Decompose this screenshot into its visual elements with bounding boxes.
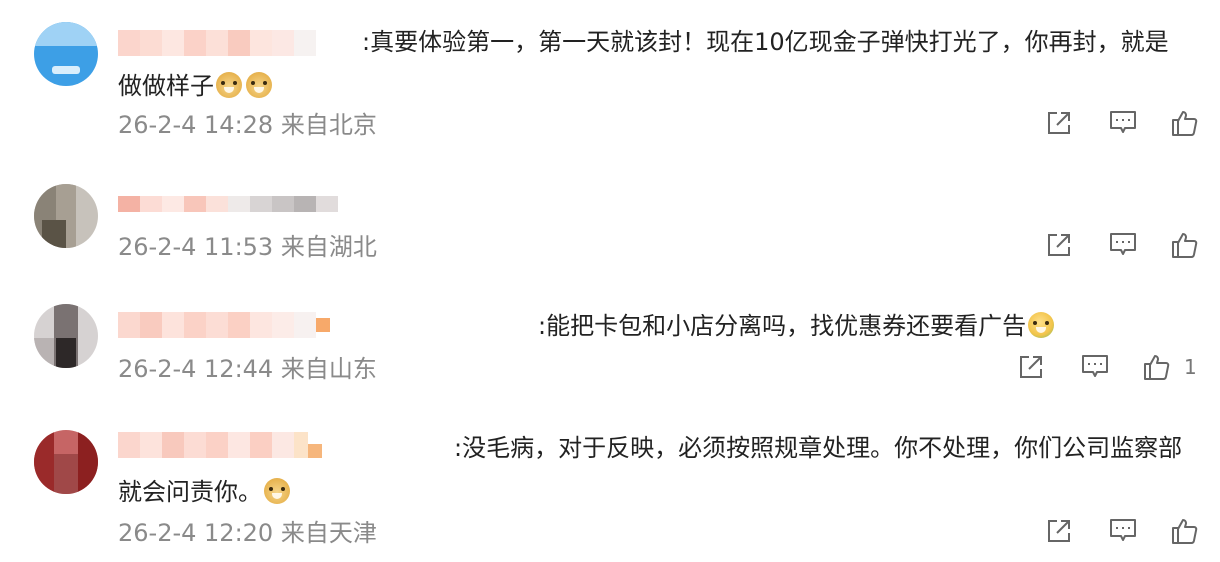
comment-separator: : (538, 312, 547, 340)
comment-actions (1044, 108, 1200, 138)
comment-text: :能把卡包和小店分离吗，找优惠券还要看广告 (118, 304, 1188, 348)
thumbs-up-icon[interactable] (1170, 516, 1200, 546)
comment-location: 来自湖北 (280, 233, 377, 261)
share-icon[interactable] (1016, 352, 1046, 382)
comment-location: 来自山东 (280, 355, 377, 383)
comment-meta: 26-2-4 12:44 来自山东 (118, 354, 377, 384)
comment-separator: : (454, 434, 463, 462)
share-icon[interactable] (1044, 108, 1074, 138)
doge-emoji (216, 72, 242, 98)
comment-text: :真要体验第一，第一天就该封！现在10亿现金子弹快打光了，你再封，就是做做样子 (118, 20, 1188, 108)
comment-time: 26-2-4 11:53 (118, 233, 274, 261)
comment-meta: 26-2-4 12:20 来自天津 (118, 518, 377, 548)
doge-emoji (264, 478, 290, 504)
comment-location: 来自天津 (280, 519, 377, 547)
comment-icon[interactable] (1108, 516, 1138, 546)
comment-meta: 26-2-4 11:53 来自湖北 (118, 232, 377, 262)
thumbs-up-icon[interactable] (1142, 352, 1172, 382)
comment-time: 26-2-4 12:44 (118, 355, 274, 383)
avatar[interactable] (34, 430, 98, 494)
comment-item: :能把卡包和小店分离吗，找优惠券还要看广告 26-2-4 12:44 来自山东 … (0, 280, 1220, 410)
comment-item: 26-2-4 11:53 来自湖北 (0, 160, 1220, 280)
avatar[interactable] (34, 22, 98, 86)
doge-emoji (246, 72, 272, 98)
baby-emoji (1028, 312, 1055, 338)
comment-icon[interactable] (1108, 108, 1138, 138)
comment-separator: : (362, 28, 371, 56)
thumbs-up-icon[interactable] (1170, 108, 1200, 138)
comment-actions (1044, 516, 1200, 546)
share-icon[interactable] (1044, 230, 1074, 260)
comment-text: :没毛病，对于反映，必须按照规章处理。你不处理，你们公司监察部就会问责你。 (118, 426, 1188, 514)
thumbs-up-icon[interactable] (1170, 230, 1200, 260)
comment-item: :真要体验第一，第一天就该封！现在10亿现金子弹快打光了，你再封，就是做做样子 … (0, 0, 1220, 160)
share-icon[interactable] (1044, 516, 1074, 546)
comment-time: 26-2-4 12:20 (118, 519, 274, 547)
comment-location: 来自北京 (280, 111, 377, 139)
comment-actions: 1 (1016, 352, 1197, 382)
comment-icon[interactable] (1080, 352, 1110, 382)
comment-meta: 26-2-4 14:28 来自北京 (118, 110, 377, 140)
comment-body: 能把卡包和小店分离吗，找优惠券还要看广告 (546, 312, 1027, 340)
comment-icon[interactable] (1108, 230, 1138, 260)
comment-actions (1044, 230, 1200, 260)
comment-time: 26-2-4 14:28 (118, 111, 274, 139)
avatar[interactable] (34, 304, 98, 368)
like-count: 1 (1184, 355, 1197, 379)
avatar[interactable] (34, 184, 98, 248)
username-redacted[interactable] (118, 192, 338, 216)
comment-item: :没毛病，对于反映，必须按照规章处理。你不处理，你们公司监察部就会问责你。 26… (0, 410, 1220, 562)
